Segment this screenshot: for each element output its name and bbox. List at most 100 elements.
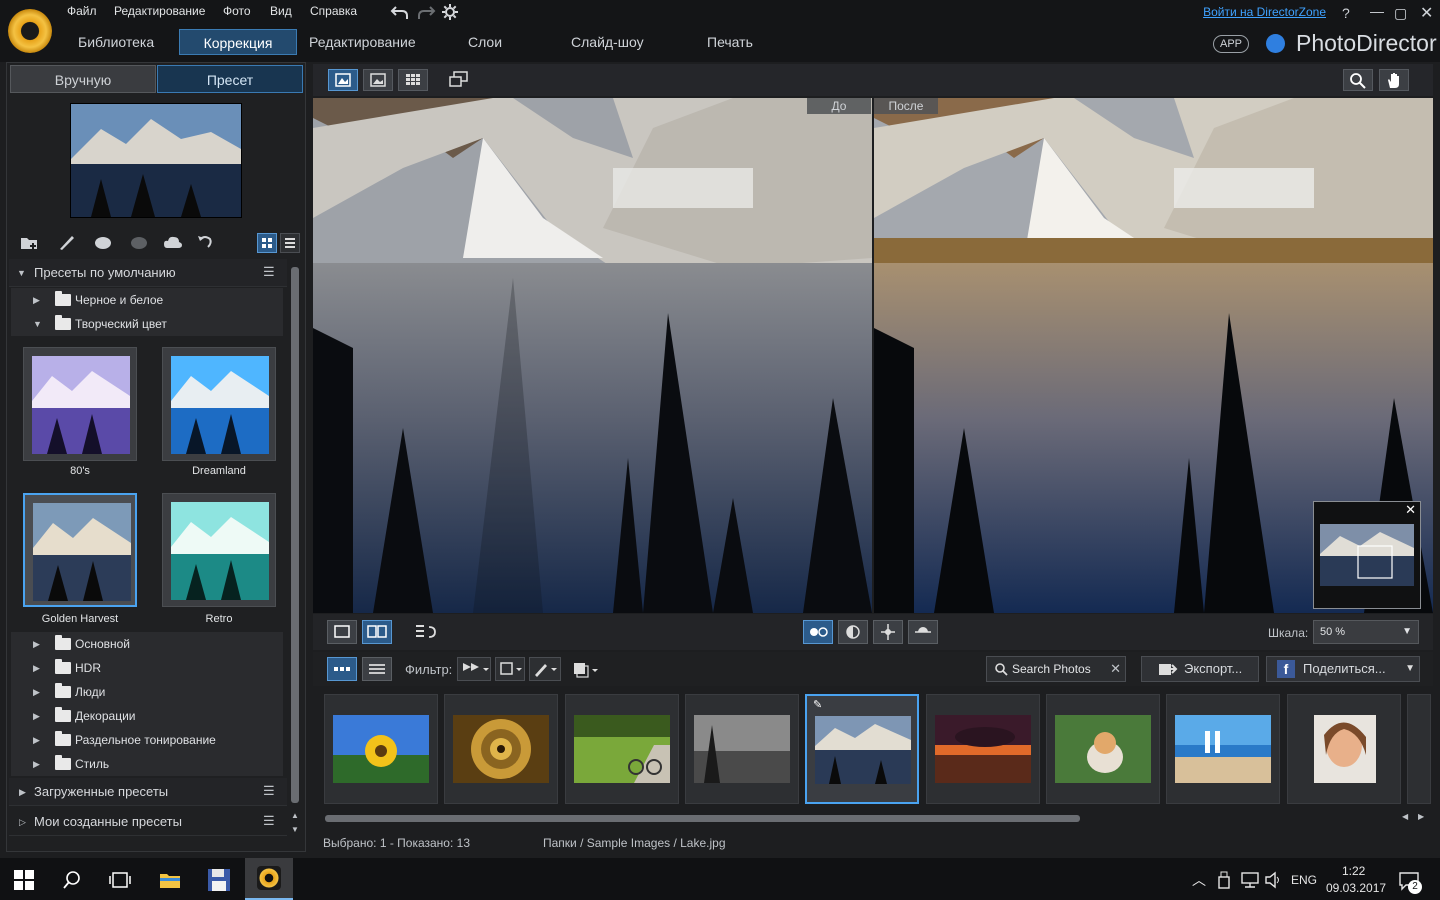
share-button[interactable]: f Поделиться... ▼ xyxy=(1266,656,1420,682)
close-navigator-icon[interactable]: ✕ xyxy=(1405,502,1416,518)
folder-black-white[interactable]: ▶ Черное и белое xyxy=(11,288,283,312)
filmstrip-view-button[interactable] xyxy=(327,657,357,681)
scroll-down-icon[interactable]: ▼ xyxy=(291,825,299,834)
folder-split-toning[interactable]: ▶ Раздельное тонирование xyxy=(11,728,283,752)
flag-filter-icon[interactable] xyxy=(457,657,491,681)
hand-tool-button[interactable] xyxy=(1379,69,1409,91)
preset-80s[interactable] xyxy=(23,347,137,461)
horizontal-compare-button[interactable] xyxy=(908,620,938,644)
export-button[interactable]: Экспорт... xyxy=(1141,656,1259,682)
grid-view-button[interactable] xyxy=(257,233,277,253)
folder-basic[interactable]: ▶ Основной xyxy=(11,632,283,656)
color-label-filter-icon[interactable] xyxy=(495,657,525,681)
help-button[interactable]: ? xyxy=(1342,5,1350,21)
before-after-split-button[interactable] xyxy=(803,620,833,644)
clear-search-icon[interactable]: ✕ xyxy=(1110,657,1121,681)
folder-scenery[interactable]: ▶ Декорации xyxy=(11,704,283,728)
scroll-up-icon[interactable]: ▲ xyxy=(291,811,299,820)
tab-correction[interactable]: Коррекция xyxy=(179,29,297,55)
scroll-right-icon[interactable]: ▶ xyxy=(1418,812,1424,821)
single-view-button[interactable] xyxy=(328,69,358,91)
filmstrip-thumb-partial[interactable] xyxy=(1407,694,1431,804)
close-window-button[interactable]: ✕ xyxy=(1420,3,1433,23)
menu-edit[interactable]: Редактирование xyxy=(114,4,205,18)
file-explorer-icon[interactable] xyxy=(159,870,181,890)
maximize-button[interactable]: ▢ xyxy=(1394,5,1407,22)
list-view-button[interactable] xyxy=(280,233,300,253)
folder-creative-color[interactable]: ▼ Творческий цвет xyxy=(11,312,283,336)
tab-layers[interactable]: Слои xyxy=(456,29,514,55)
tab-editing[interactable]: Редактирование xyxy=(297,29,428,55)
list-mode-button[interactable] xyxy=(362,657,392,681)
clock-date[interactable]: 09.03.2017 xyxy=(1326,881,1386,895)
section-menu-icon[interactable]: ☰ xyxy=(263,807,275,835)
redo-icon[interactable] xyxy=(416,3,436,21)
chevron-down-icon[interactable]: ▼ xyxy=(1405,657,1415,681)
photodirector-taskbar-button[interactable] xyxy=(245,858,293,900)
cloud-download-icon[interactable] xyxy=(129,233,149,251)
filmstrip-scrollbar[interactable] xyxy=(325,815,1080,822)
edit-filter-icon[interactable] xyxy=(529,657,561,681)
save-floppy-icon[interactable] xyxy=(207,868,231,892)
tab-preset[interactable]: Пресет xyxy=(157,65,303,93)
filmstrip-thumb[interactable] xyxy=(565,694,679,804)
volume-icon[interactable] xyxy=(1264,871,1282,889)
minimize-button[interactable]: — xyxy=(1370,3,1384,19)
filmstrip-thumb[interactable] xyxy=(926,694,1040,804)
menu-help[interactable]: Справка xyxy=(310,4,357,18)
grid-view-icon[interactable] xyxy=(398,69,428,91)
preset-golden-harvest[interactable] xyxy=(23,493,137,607)
add-folder-icon[interactable] xyxy=(19,233,39,251)
brush-preset-icon[interactable] xyxy=(57,233,77,251)
filmstrip-thumb[interactable] xyxy=(685,694,799,804)
swap-order-icon[interactable] xyxy=(413,622,439,642)
menu-file[interactable]: Файл xyxy=(67,4,97,18)
menu-photo[interactable]: Фото xyxy=(223,4,251,18)
stack-filter-icon[interactable] xyxy=(571,660,601,680)
directorzone-login-link[interactable]: Войти на DirectorZone xyxy=(1203,5,1326,19)
downloaded-presets-header[interactable]: ▶ Загруженные пресеты ☰ xyxy=(9,778,287,806)
contrast-compare-button[interactable] xyxy=(838,620,868,644)
navigator-thumbnail[interactable]: ✕ xyxy=(1313,501,1421,609)
notification-bell-icon[interactable] xyxy=(1266,34,1285,53)
menu-view[interactable]: Вид xyxy=(270,4,292,18)
tab-manual[interactable]: Вручную xyxy=(10,65,156,93)
preset-dreamland[interactable] xyxy=(162,347,276,461)
side-by-side-button[interactable] xyxy=(362,620,392,644)
default-presets-header[interactable]: ▼ Пресеты по умолчанию ☰ xyxy=(9,259,287,287)
reset-icon[interactable] xyxy=(195,233,215,251)
filmstrip-thumb[interactable] xyxy=(444,694,558,804)
clock-time[interactable]: 1:22 xyxy=(1342,864,1365,878)
folder-people[interactable]: ▶ Люди xyxy=(11,680,283,704)
taskbar-search-icon[interactable] xyxy=(62,870,82,890)
compare-view-button[interactable] xyxy=(363,69,393,91)
second-monitor-icon[interactable] xyxy=(448,70,470,90)
language-indicator[interactable]: ENG xyxy=(1291,873,1317,887)
tab-slideshow[interactable]: Слайд-шоу xyxy=(559,29,656,55)
tray-chevron-up-icon[interactable]: ︿ xyxy=(1192,870,1206,890)
single-frame-button[interactable] xyxy=(327,620,357,644)
settings-gear-icon[interactable] xyxy=(441,3,459,21)
folder-style[interactable]: ▶ Стиль xyxy=(11,752,283,776)
scroll-left-icon[interactable]: ◀ xyxy=(1402,812,1408,821)
windows-start-icon[interactable] xyxy=(14,870,34,890)
filmstrip-thumb[interactable] xyxy=(324,694,438,804)
vertical-compare-button[interactable] xyxy=(873,620,903,644)
usb-device-icon[interactable] xyxy=(1218,871,1230,889)
filmstrip-thumb[interactable] xyxy=(1046,694,1160,804)
filmstrip-thumb[interactable] xyxy=(1166,694,1280,804)
cloud-icon[interactable] xyxy=(163,233,183,251)
folder-hdr[interactable]: ▶ HDR xyxy=(11,656,283,680)
cloud-sync-icon[interactable] xyxy=(93,233,113,251)
filmstrip-thumb[interactable] xyxy=(1287,694,1401,804)
preset-retro[interactable] xyxy=(162,493,276,607)
filmstrip-thumb-selected[interactable]: ✎ xyxy=(805,694,919,804)
tab-print[interactable]: Печать xyxy=(695,29,765,55)
my-presets-header[interactable]: ▷ Мои созданные пресеты ☰ xyxy=(9,808,287,836)
zoom-tool-button[interactable] xyxy=(1343,69,1373,91)
section-menu-icon[interactable]: ☰ xyxy=(263,258,275,286)
app-badge[interactable]: APP xyxy=(1213,35,1250,53)
network-icon[interactable] xyxy=(1240,872,1260,888)
undo-icon[interactable] xyxy=(390,3,410,21)
search-photos-input[interactable]: Search Photos ✕ xyxy=(986,656,1126,682)
